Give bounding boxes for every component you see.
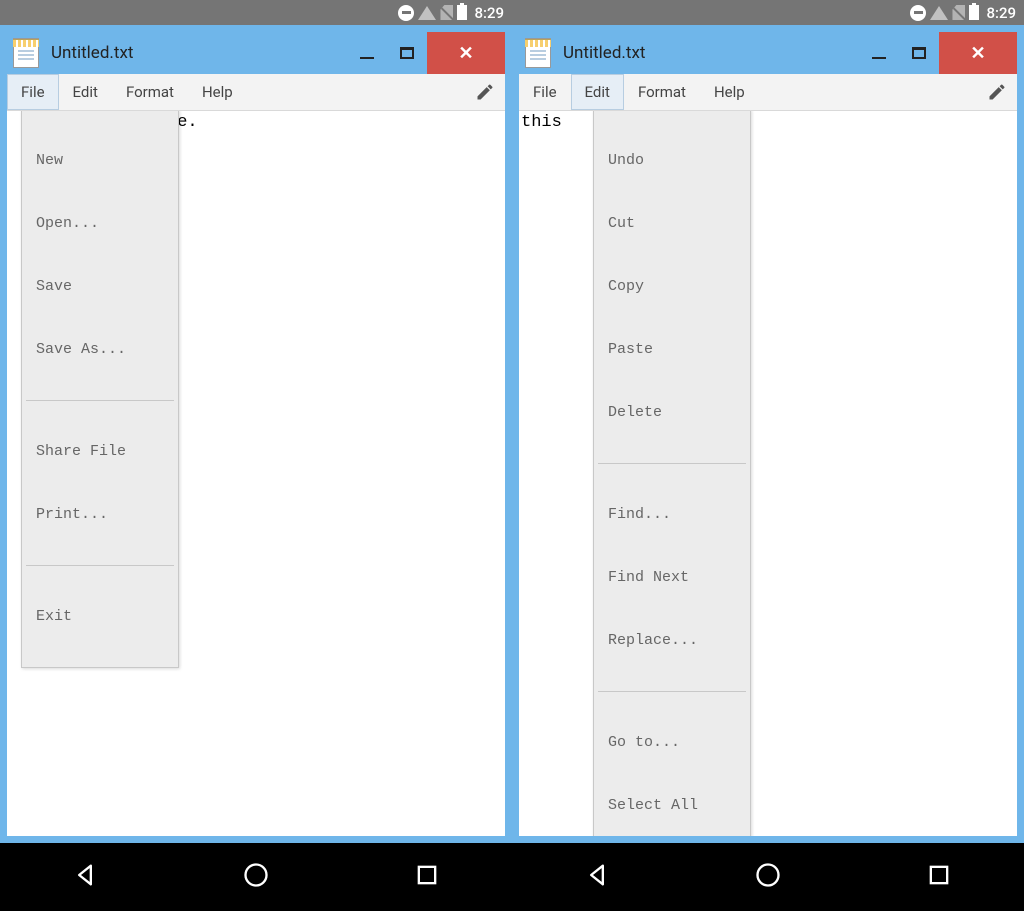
file-menu-saveas[interactable]: Save As... — [22, 335, 178, 364]
minimize-button[interactable] — [347, 32, 387, 74]
status-clock: 8:29 — [986, 4, 1016, 22]
recent-apps-button[interactable] — [413, 861, 441, 893]
file-menu-new[interactable]: New — [22, 146, 178, 175]
screenshot-right: 8:29 Untitled.txt ✕ File Edit Format Hel… — [512, 0, 1024, 843]
menu-format[interactable]: Format — [624, 74, 700, 110]
file-menu-print[interactable]: Print... — [22, 500, 178, 529]
titlebar: Untitled.txt ✕ — [7, 32, 505, 74]
window-title: Untitled.txt — [51, 43, 347, 63]
no-sim-icon — [952, 5, 965, 20]
battery-icon — [457, 5, 467, 20]
pencil-icon[interactable] — [475, 82, 495, 102]
notepad-window: Untitled.txt ✕ File Edit Format Help thi… — [518, 31, 1018, 837]
menubar: File Edit Format Help — [7, 74, 505, 111]
maximize-button[interactable] — [899, 32, 939, 74]
file-menu-exit[interactable]: Exit — [22, 602, 178, 631]
text-fragment: this — [521, 113, 562, 132]
home-button[interactable] — [242, 861, 270, 893]
dnd-icon — [910, 5, 926, 21]
battery-icon — [969, 5, 979, 20]
edit-menu-goto[interactable]: Go to... — [594, 728, 750, 757]
menubar: File Edit Format Help — [519, 74, 1017, 111]
menu-separator — [598, 463, 746, 464]
minimize-button[interactable] — [859, 32, 899, 74]
edit-menu-find[interactable]: Find... — [594, 500, 750, 529]
menu-format[interactable]: Format — [112, 74, 188, 110]
recent-apps-button[interactable] — [925, 861, 953, 893]
app-area: Untitled.txt ✕ File Edit Format Help te. — [0, 25, 512, 843]
notepad-app-icon — [525, 38, 551, 68]
file-menu-dropdown: New Open... Save Save As... Share File P… — [21, 111, 179, 668]
edit-menu-findnext[interactable]: Find Next — [594, 563, 750, 592]
file-menu-open[interactable]: Open... — [22, 209, 178, 238]
window-buttons: ✕ — [859, 32, 1017, 74]
file-menu-save[interactable]: Save — [22, 272, 178, 301]
edit-menu-undo[interactable]: Undo — [594, 146, 750, 175]
menu-file[interactable]: File — [519, 74, 571, 110]
android-navbar — [0, 843, 1024, 911]
edit-menu-paste[interactable]: Paste — [594, 335, 750, 364]
menu-help[interactable]: Help — [700, 74, 759, 110]
status-bar: 8:29 — [512, 0, 1024, 25]
back-button[interactable] — [71, 861, 99, 893]
screenshot-left: 8:29 Untitled.txt ✕ File Edit Format Hel… — [0, 0, 512, 843]
edit-menu-replace[interactable]: Replace... — [594, 626, 750, 655]
app-area: Untitled.txt ✕ File Edit Format Help thi… — [512, 25, 1024, 843]
dnd-icon — [398, 5, 414, 21]
close-button[interactable]: ✕ — [427, 32, 505, 74]
menu-help[interactable]: Help — [188, 74, 247, 110]
close-button[interactable]: ✕ — [939, 32, 1017, 74]
menu-separator — [26, 565, 174, 566]
window-buttons: ✕ — [347, 32, 505, 74]
menu-file[interactable]: File — [7, 74, 59, 110]
wifi-icon — [930, 6, 948, 20]
notepad-app-icon — [13, 38, 39, 68]
file-menu-share[interactable]: Share File — [22, 437, 178, 466]
notepad-window: Untitled.txt ✕ File Edit Format Help te. — [6, 31, 506, 837]
titlebar: Untitled.txt ✕ — [519, 32, 1017, 74]
edit-menu-cut[interactable]: Cut — [594, 209, 750, 238]
home-button[interactable] — [754, 861, 782, 893]
menu-edit[interactable]: Edit — [59, 74, 112, 110]
maximize-button[interactable] — [387, 32, 427, 74]
edit-menu-dropdown: Undo Cut Copy Paste Delete Find... Find … — [593, 111, 751, 836]
edit-menu-delete[interactable]: Delete — [594, 398, 750, 427]
no-sim-icon — [440, 5, 453, 20]
edit-menu-copy[interactable]: Copy — [594, 272, 750, 301]
window-title: Untitled.txt — [563, 43, 859, 63]
status-bar: 8:29 — [0, 0, 512, 25]
status-clock: 8:29 — [474, 4, 504, 22]
pencil-icon[interactable] — [987, 82, 1007, 102]
menu-separator — [26, 400, 174, 401]
menu-separator — [598, 691, 746, 692]
menu-edit[interactable]: Edit — [571, 74, 624, 110]
text-area[interactable]: te. New Open... Save Save As... Share Fi… — [7, 111, 505, 836]
wifi-icon — [418, 6, 436, 20]
text-area[interactable]: this Undo Cut Copy Paste Delete Find... … — [519, 111, 1017, 836]
edit-menu-selectall[interactable]: Select All — [594, 791, 750, 820]
back-button[interactable] — [583, 861, 611, 893]
